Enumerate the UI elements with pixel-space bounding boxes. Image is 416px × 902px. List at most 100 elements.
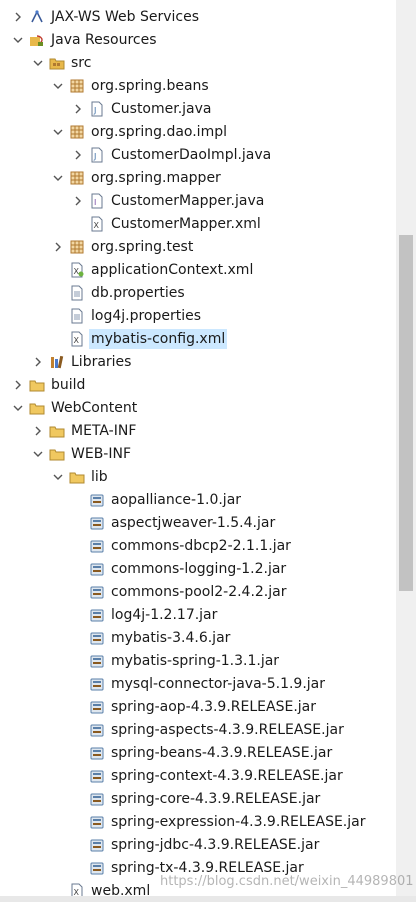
tree-item[interactable]: spring-aspects-4.3.9.RELEASE.jar <box>0 718 396 741</box>
tree-item[interactable]: spring-jdbc-4.3.9.RELEASE.jar <box>0 833 396 856</box>
chevron-down-icon[interactable] <box>53 79 63 93</box>
tree-item-label: WEB-INF <box>71 445 131 462</box>
tree-item[interactable]: spring-beans-4.3.9.RELEASE.jar <box>0 741 396 764</box>
tree-item-label: aspectjweaver-1.5.4.jar <box>111 514 276 531</box>
chevron-down-icon[interactable] <box>53 171 63 185</box>
tree-item[interactable]: WebContent <box>0 396 396 419</box>
chevron-right-icon[interactable] <box>33 424 43 438</box>
tree-item[interactable]: Xmybatis-config.xml <box>0 327 396 350</box>
tree-item[interactable]: src <box>0 51 396 74</box>
horizontal-scrollbar[interactable] <box>0 896 416 902</box>
vertical-scrollbar[interactable] <box>396 0 416 902</box>
chevron-down-icon[interactable] <box>13 401 23 415</box>
tree-item[interactable]: spring-core-4.3.9.RELEASE.jar <box>0 787 396 810</box>
tree-item-label: spring-expression-4.3.9.RELEASE.jar <box>111 813 366 830</box>
tree-item-label: commons-pool2-2.4.2.jar <box>111 583 287 600</box>
tree-item[interactable]: spring-aop-4.3.9.RELEASE.jar <box>0 695 396 718</box>
tree-item[interactable]: lib <box>0 465 396 488</box>
chevron-right-icon[interactable] <box>13 378 23 392</box>
chevron-right-icon[interactable] <box>53 240 63 254</box>
svg-text:X: X <box>74 336 80 345</box>
chevron-down-icon[interactable] <box>33 447 43 461</box>
tree-item[interactable]: mybatis-spring-1.3.1.jar <box>0 649 396 672</box>
tree-item[interactable]: X CustomerMapper.xml <box>0 212 396 235</box>
jar-icon <box>89 607 105 623</box>
tree-item[interactable]: Java Resources <box>0 28 396 51</box>
xml-file-icon: X <box>89 216 105 232</box>
jar-icon <box>89 745 105 761</box>
tree-item[interactable]: aspectjweaver-1.5.4.jar <box>0 511 396 534</box>
chevron-right-icon[interactable] <box>73 148 83 162</box>
properties-file-icon <box>69 308 85 324</box>
tree-item-label: mysql-connector-java-5.1.9.jar <box>111 675 326 692</box>
tree-item[interactable]: org.spring.test <box>0 235 396 258</box>
tree-item[interactable]: WEB-INF <box>0 442 396 465</box>
chevron-right-icon[interactable] <box>73 194 83 208</box>
tree-item-label: db.properties <box>91 284 185 301</box>
tree-item-label: org.spring.dao.impl <box>91 123 227 140</box>
tree-item[interactable]: spring-expression-4.3.9.RELEASE.jar <box>0 810 396 833</box>
tree-item-label: aopalliance-1.0.jar <box>111 491 242 508</box>
folder-icon <box>49 423 65 439</box>
tree-item-label: mybatis-3.4.6.jar <box>111 629 231 646</box>
jar-icon <box>89 538 105 554</box>
tree-item[interactable]: log4j-1.2.17.jar <box>0 603 396 626</box>
tree-item[interactable]: db.properties <box>0 281 396 304</box>
jar-icon <box>89 515 105 531</box>
chevron-down-icon[interactable] <box>13 33 23 47</box>
chevron-right-icon[interactable] <box>13 10 23 24</box>
chevron-right-icon[interactable] <box>33 355 43 369</box>
tree-item-label: CustomerMapper.java <box>111 192 265 209</box>
jar-icon <box>89 561 105 577</box>
tree-item[interactable]: META-INF <box>0 419 396 442</box>
scrollbar-thumb[interactable] <box>399 234 413 591</box>
tree-item[interactable]: mybatis-3.4.6.jar <box>0 626 396 649</box>
tree-item[interactable]: Libraries <box>0 350 396 373</box>
tree-item[interactable]: commons-pool2-2.4.2.jar <box>0 580 396 603</box>
java-resources-icon <box>29 32 45 48</box>
tree-item[interactable]: XapplicationContext.xml <box>0 258 396 281</box>
tree-item[interactable]: JAX-WS Web Services <box>0 5 396 28</box>
tree-item[interactable]: org.spring.beans <box>0 74 396 97</box>
chevron-down-icon[interactable] <box>33 56 43 70</box>
jar-icon <box>89 699 105 715</box>
tree-item[interactable]: mysql-connector-java-5.1.9.jar <box>0 672 396 695</box>
jar-icon <box>89 791 105 807</box>
tree-item[interactable]: build <box>0 373 396 396</box>
tree-item[interactable]: org.spring.dao.impl <box>0 120 396 143</box>
package-icon <box>69 124 85 140</box>
tree-item-label: spring-context-4.3.9.RELEASE.jar <box>111 767 343 784</box>
java-file-icon: J <box>89 101 105 117</box>
tree-item[interactable]: aopalliance-1.0.jar <box>0 488 396 511</box>
tree-item[interactable]: commons-logging-1.2.jar <box>0 557 396 580</box>
chevron-right-icon[interactable] <box>73 102 83 116</box>
tree-item[interactable]: I CustomerMapper.java <box>0 189 396 212</box>
java-interface-file-icon: I <box>89 193 105 209</box>
folder-icon <box>29 377 45 393</box>
tree-item-label: Libraries <box>71 353 132 370</box>
chevron-down-icon[interactable] <box>53 125 63 139</box>
jar-icon <box>89 814 105 830</box>
tree-item[interactable]: spring-context-4.3.9.RELEASE.jar <box>0 764 396 787</box>
tree-item[interactable]: org.spring.mapper <box>0 166 396 189</box>
tree-item-label: mybatis-config.xml <box>89 328 228 349</box>
tree-item[interactable]: J CustomerDaoImpl.java <box>0 143 396 166</box>
folder-icon <box>69 469 85 485</box>
project-explorer-tree: JAX-WS Web Services Java Resources src org.… <box>0 0 396 902</box>
tree-item[interactable]: log4j.properties <box>0 304 396 327</box>
package-icon <box>69 170 85 186</box>
tree-item[interactable]: commons-dbcp2-2.1.1.jar <box>0 534 396 557</box>
tree-item[interactable]: J Customer.java <box>0 97 396 120</box>
chevron-down-icon[interactable] <box>53 470 63 484</box>
source-folder-icon <box>49 55 65 71</box>
